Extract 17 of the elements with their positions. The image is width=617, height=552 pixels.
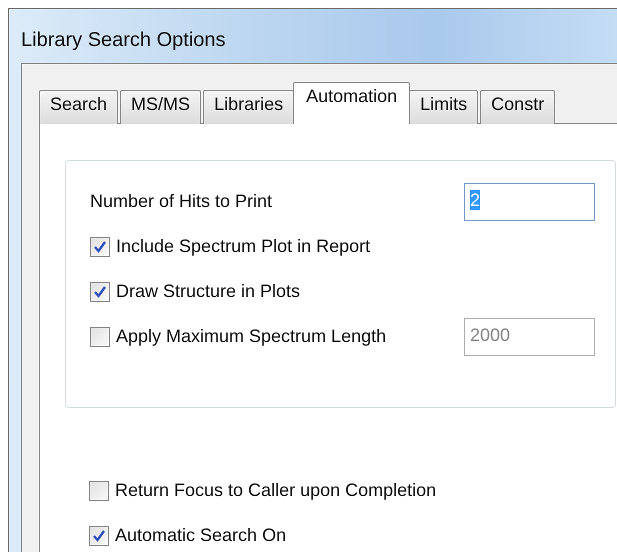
checkbox[interactable] xyxy=(90,282,110,302)
tab[interactable]: Limits xyxy=(409,90,478,124)
tab[interactable]: Search xyxy=(39,90,118,124)
window-title: Library Search Options xyxy=(21,29,226,51)
checkbox-label: Automatic Search On xyxy=(115,524,286,547)
checkbox[interactable] xyxy=(90,236,110,256)
checkbox[interactable] xyxy=(89,480,109,500)
checkbox-label: Return Focus to Caller upon Completion xyxy=(115,479,436,502)
tab[interactable]: Libraries xyxy=(203,90,294,124)
tab[interactable]: MS/MS xyxy=(120,90,202,124)
checkbox-label: Draw Structure in Plots xyxy=(116,280,300,303)
checkbox-label: Apply Maximum Spectrum Length xyxy=(116,325,386,348)
tab[interactable]: Constr xyxy=(480,90,556,124)
tab[interactable]: Automation xyxy=(293,82,410,124)
checkbox[interactable] xyxy=(89,526,109,546)
field-label: Number of Hits to Print xyxy=(90,190,272,213)
checkbox-label: Include Spectrum Plot in Report xyxy=(116,235,370,258)
